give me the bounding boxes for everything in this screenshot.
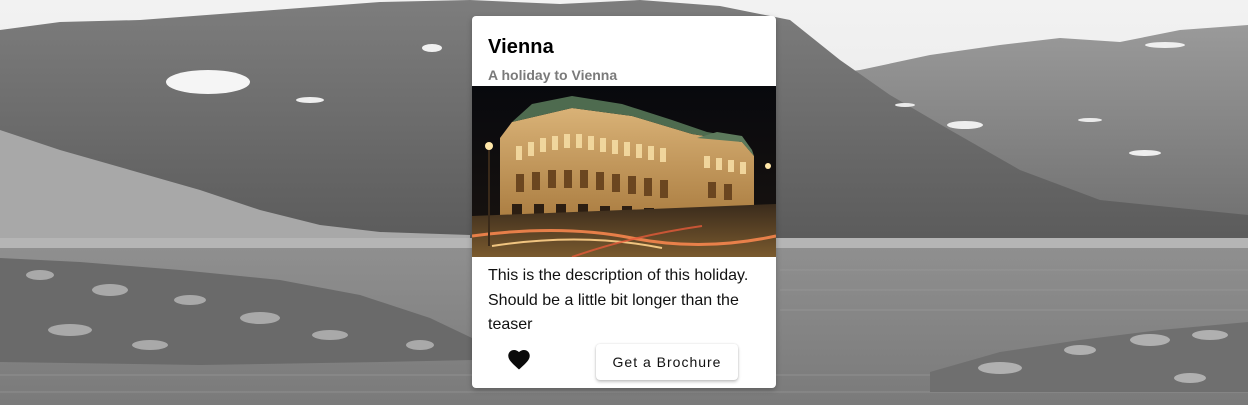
card-description: This is the description of this holiday.… (488, 267, 749, 333)
card-title: Vienna (488, 36, 554, 58)
get-brochure-button[interactable]: Get a Brochure (596, 344, 738, 380)
opera-house-photo (472, 86, 776, 257)
card-subtitle: A holiday to Vienna (488, 67, 618, 83)
favorite-button[interactable] (508, 350, 534, 374)
holiday-card: Vienna A holiday to Vienna This is the d… (472, 16, 776, 388)
heart-icon (508, 350, 530, 370)
